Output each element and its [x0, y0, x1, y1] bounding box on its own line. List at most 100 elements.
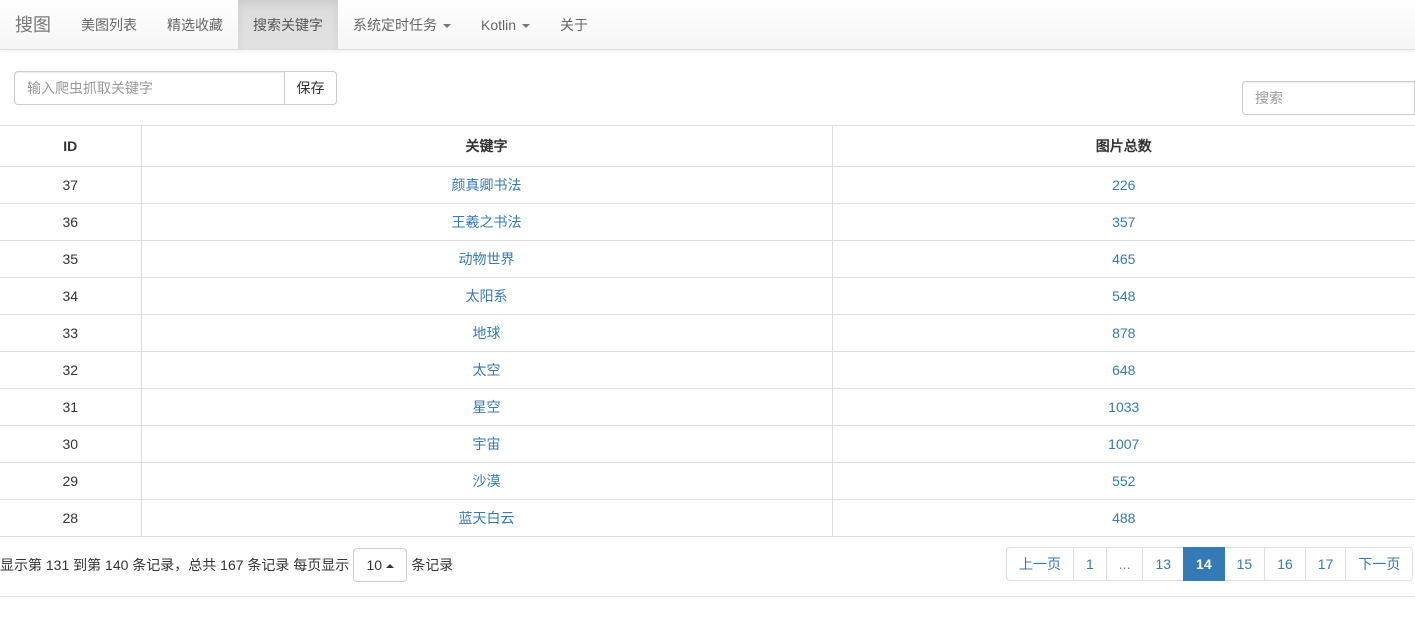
count-cell: 648 — [832, 351, 1415, 389]
id-cell: 28 — [0, 499, 142, 537]
keyword-input[interactable] — [14, 71, 284, 105]
table-row: 36 王羲之书法 357 — [0, 203, 1415, 241]
count-link[interactable]: 1033 — [1108, 399, 1139, 415]
count-cell: 1007 — [832, 425, 1415, 463]
nav-item-kotlin-dropdown[interactable]: Kotlin — [466, 0, 545, 50]
next-page-button[interactable]: 下一页 — [1345, 547, 1414, 581]
id-cell: 34 — [0, 277, 142, 315]
nav-item-label: 精选收藏 — [167, 17, 223, 33]
id-cell: 32 — [0, 351, 142, 389]
count-link[interactable]: 552 — [1112, 473, 1135, 489]
keyword-link[interactable]: 王羲之书法 — [452, 214, 522, 230]
keyword-link[interactable]: 太空 — [473, 362, 501, 378]
count-cell: 226 — [832, 166, 1415, 204]
keyword-cell: 太阳系 — [141, 277, 833, 315]
column-header-image-count[interactable]: 图片总数 — [832, 126, 1415, 167]
nav-item-scheduled-tasks-dropdown[interactable]: 系统定时任务 — [338, 0, 466, 50]
id-cell: 31 — [0, 388, 142, 426]
nav-item-search-keywords[interactable]: 搜索关键字 — [238, 0, 338, 50]
keyword-cell: 星空 — [141, 388, 833, 426]
count-cell: 552 — [832, 462, 1415, 500]
count-cell: 878 — [832, 314, 1415, 352]
page-button-13[interactable]: 13 — [1142, 547, 1185, 581]
keyword-cell: 太空 — [141, 351, 833, 389]
count-cell: 488 — [832, 499, 1415, 537]
nav-item-label: 搜索关键字 — [253, 17, 323, 33]
count-link[interactable]: 878 — [1112, 325, 1135, 341]
nav-item-label: 系统定时任务 — [353, 17, 437, 33]
caret-down-icon — [443, 24, 451, 29]
pagination: 上一页 1 ... 13 14 15 16 17 下一页 — [1006, 547, 1414, 581]
keyword-table: ID 关键字 图片总数 37 颜真卿书法 226 36 王羲之书法 357 35… — [0, 126, 1415, 537]
count-link[interactable]: 648 — [1112, 362, 1135, 378]
table-row: 35 动物世界 465 — [0, 240, 1415, 278]
page-button-15[interactable]: 15 — [1223, 547, 1266, 581]
pagination-info-text: 显示第 131 到第 140 条记录，总共 167 条记录 每页显示 — [0, 557, 350, 573]
column-header-id[interactable]: ID — [0, 126, 142, 167]
count-cell: 465 — [832, 240, 1415, 278]
table-row: 28 蓝天白云 488 — [0, 499, 1415, 537]
table-row: 32 太空 648 — [0, 351, 1415, 389]
keyword-cell: 颜真卿书法 — [141, 166, 833, 204]
id-cell: 33 — [0, 314, 142, 352]
page-size-dropdown[interactable]: 10 — [353, 548, 408, 582]
pagination-info: 显示第 131 到第 140 条记录，总共 167 条记录 每页显示 10 条记… — [0, 548, 453, 582]
keyword-cell: 宇宙 — [141, 425, 833, 463]
id-cell: 29 — [0, 462, 142, 500]
table-row: 33 地球 878 — [0, 314, 1415, 352]
brand-logo[interactable]: 搜图 — [15, 0, 51, 50]
page-button-17[interactable]: 17 — [1304, 547, 1347, 581]
column-header-keyword[interactable]: 关键字 — [141, 126, 833, 167]
keyword-link[interactable]: 沙漠 — [473, 473, 501, 489]
count-link[interactable]: 226 — [1112, 177, 1135, 193]
save-button[interactable]: 保存 — [284, 71, 337, 105]
table-row: 31 星空 1033 — [0, 388, 1415, 426]
id-cell: 37 — [0, 166, 142, 204]
count-link[interactable]: 1007 — [1108, 436, 1139, 452]
page-ellipsis[interactable]: ... — [1105, 547, 1144, 581]
nav-item-label: 美图列表 — [81, 17, 137, 33]
table-header-row: ID 关键字 图片总数 — [0, 126, 1415, 167]
page-button-16[interactable]: 16 — [1264, 547, 1306, 581]
count-link[interactable]: 357 — [1112, 214, 1135, 230]
table-row: 37 颜真卿书法 226 — [0, 166, 1415, 204]
count-link[interactable]: 488 — [1112, 510, 1135, 526]
keyword-cell: 动物世界 — [141, 240, 833, 278]
keyword-link[interactable]: 宇宙 — [473, 436, 501, 452]
table-row: 34 太阳系 548 — [0, 277, 1415, 315]
id-cell: 36 — [0, 203, 142, 241]
count-link[interactable]: 465 — [1112, 251, 1135, 267]
caret-down-icon — [522, 24, 531, 29]
keyword-table-container: ID 关键字 图片总数 37 颜真卿书法 226 36 王羲之书法 357 35… — [0, 125, 1415, 597]
keyword-cell: 地球 — [141, 314, 833, 352]
id-cell: 30 — [0, 425, 142, 463]
caret-up-icon — [386, 564, 395, 569]
keyword-link[interactable]: 蓝天白云 — [459, 510, 515, 526]
navbar: 搜图 美图列表 精选收藏 搜索关键字 系统定时任务 Kotlin 关于 — [0, 0, 1415, 50]
keyword-cell: 蓝天白云 — [141, 499, 833, 537]
nav-item-favorites[interactable]: 精选收藏 — [152, 0, 238, 50]
keyword-link[interactable]: 星空 — [473, 399, 501, 415]
keyword-link[interactable]: 颜真卿书法 — [452, 177, 522, 193]
nav-item-label: Kotlin — [481, 17, 517, 33]
count-cell: 1033 — [832, 388, 1415, 426]
table-row: 30 宇宙 1007 — [0, 425, 1415, 463]
nav-item-label: 关于 — [560, 17, 589, 33]
table-row: 29 沙漠 552 — [0, 462, 1415, 500]
nav-menu: 美图列表 精选收藏 搜索关键字 系统定时任务 Kotlin 关于 — [66, 0, 603, 50]
nav-item-gallery-list[interactable]: 美图列表 — [66, 0, 152, 50]
count-link[interactable]: 548 — [1112, 288, 1135, 304]
id-cell: 35 — [0, 240, 142, 278]
nav-item-about[interactable]: 关于 — [545, 0, 603, 50]
page-button-1[interactable]: 1 — [1073, 547, 1107, 581]
keyword-link[interactable]: 动物世界 — [459, 251, 515, 267]
search-input[interactable] — [1242, 81, 1415, 115]
count-cell: 357 — [832, 203, 1415, 241]
page-size-value: 10 — [366, 557, 383, 573]
keyword-link[interactable]: 地球 — [473, 325, 501, 341]
page-button-14-current[interactable]: 14 — [1183, 547, 1225, 581]
keyword-cell: 沙漠 — [141, 462, 833, 500]
prev-page-button[interactable]: 上一页 — [1006, 547, 1074, 581]
keyword-link[interactable]: 太阳系 — [466, 288, 508, 304]
pagination-info-suffix: 条记录 — [411, 557, 454, 573]
